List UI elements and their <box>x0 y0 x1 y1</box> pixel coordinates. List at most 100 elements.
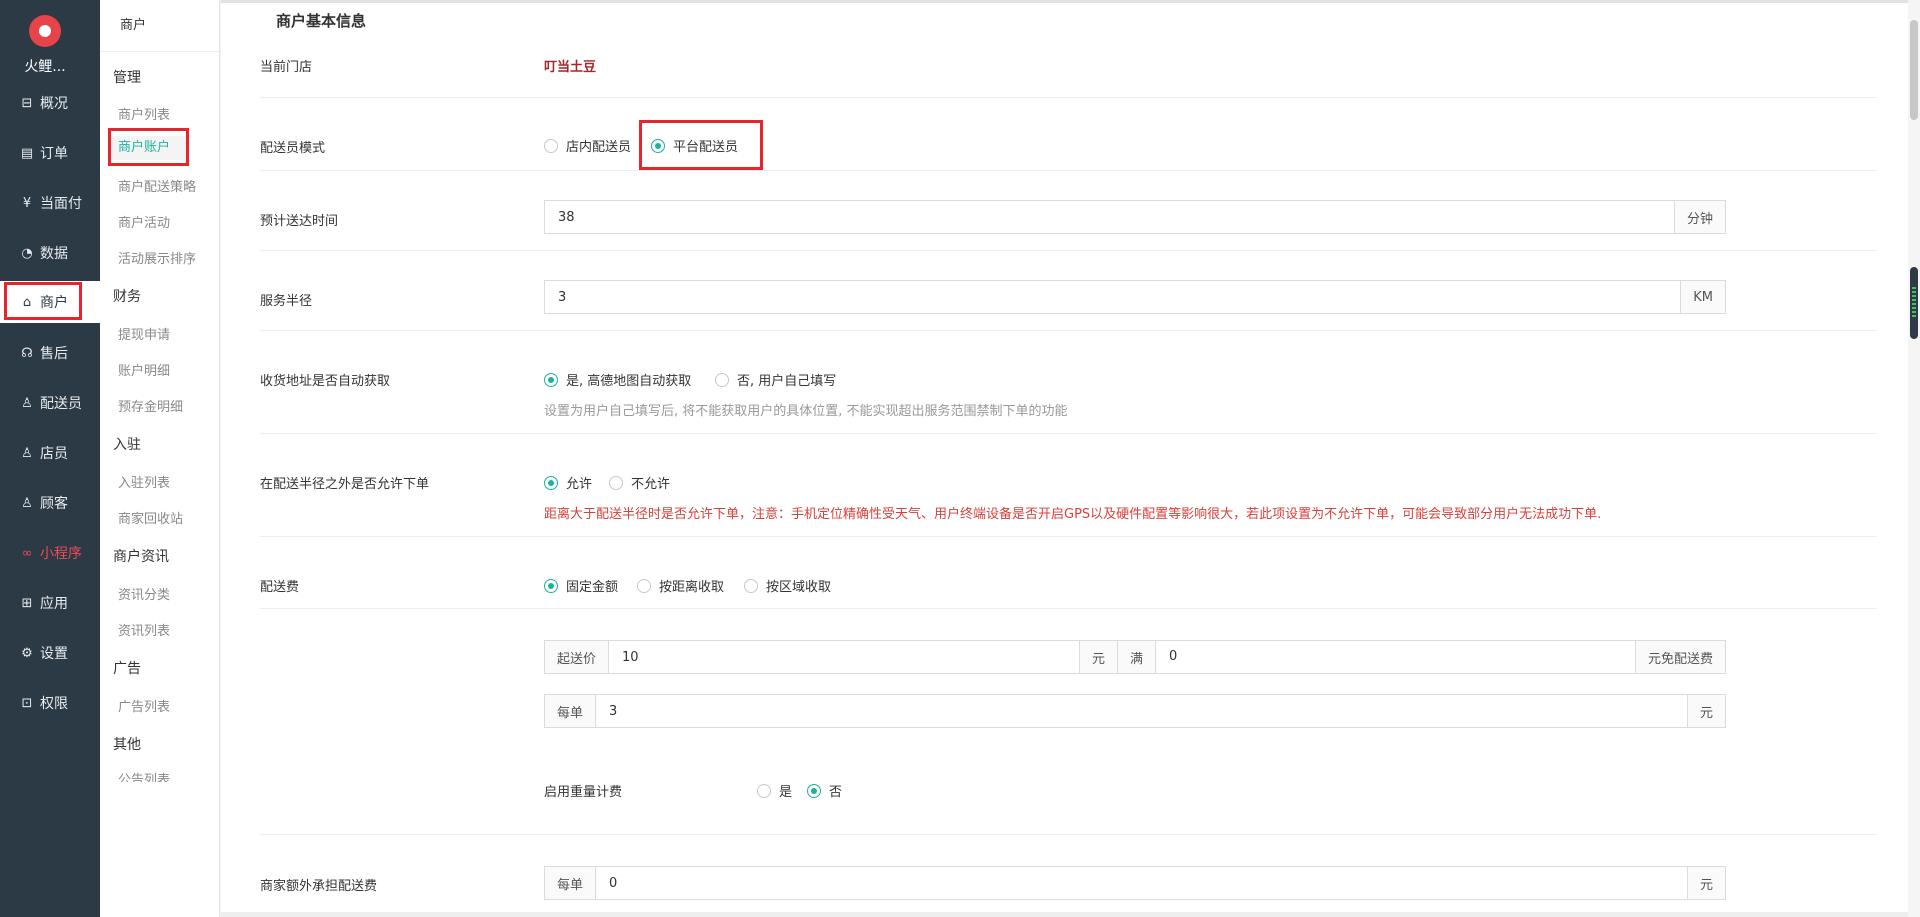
merchant-extra-input-group[interactable]: 每单 0 元 <box>544 866 1726 900</box>
chart-icon: ◔ <box>21 245 33 261</box>
divider <box>260 536 1877 537</box>
customer-icon: ♙ <box>21 495 33 511</box>
radio-dot <box>715 372 729 387</box>
subnav-group-ads: 广告 <box>113 661 141 677</box>
min-price-prefix: 起送价 <box>545 641 610 673</box>
sidebar-item-apps[interactable]: ⊞ 应用 <box>0 582 100 624</box>
horizontal-scrollbar[interactable] <box>221 912 1908 917</box>
highlight-box <box>108 128 189 166</box>
section-title: 商户基本信息 <box>276 12 367 30</box>
delivery-fee-label: 配送费 <box>260 580 300 595</box>
current-store-value: 叮当土豆 <box>544 60 597 75</box>
subnav-ad-list[interactable]: 广告列表 <box>118 696 170 715</box>
lock-icon: ⊡ <box>21 695 33 711</box>
subnav-recycle[interactable]: 商家回收站 <box>118 508 183 527</box>
subnav-delivery-strategy[interactable]: 商户配送策略 <box>118 176 196 195</box>
main-content: 商户基本信息 当前门店 叮当土豆 配送员模式 店内配送员 平台配送员 预计送达时… <box>221 0 1920 917</box>
radio-fee-fixed[interactable]: 固定金额 <box>544 576 618 595</box>
divider <box>260 433 1877 434</box>
radio-weight-yes[interactable]: 是 <box>757 781 792 800</box>
eta-value: 38 <box>558 209 575 225</box>
subnav-join-list[interactable]: 入驻列表 <box>118 472 170 491</box>
brand-name: 火鲤... <box>24 59 66 75</box>
per-order-input-group[interactable]: 每单 3 元 <box>544 694 1726 728</box>
sidebar-item-pay[interactable]: ¥ 当面付 <box>0 182 100 224</box>
min-price-input-group[interactable]: 起送价 10 元 满 0 元免配送费 <box>544 640 1726 674</box>
divider <box>260 170 1877 171</box>
radio-store-courier[interactable]: 店内配送员 <box>544 136 631 155</box>
subnav-activities[interactable]: 商户活动 <box>118 212 170 231</box>
radius-value: 3 <box>558 289 567 305</box>
min-price-unit: 元 <box>1079 641 1118 673</box>
subnav-account-detail[interactable]: 账户明细 <box>118 360 170 379</box>
sidebar-item-data[interactable]: ◔ 数据 <box>0 232 100 274</box>
radio-dot <box>544 372 558 387</box>
merchant-extra-unit: 元 <box>1686 867 1725 899</box>
radio-outside-deny[interactable]: 不允许 <box>609 473 670 492</box>
free-prefix: 满 <box>1117 641 1156 673</box>
merchant-extra-label: 商家额外承担配送费 <box>260 879 378 894</box>
main-sidebar: 火鲤... ⊟ 概况 ▤ 订单 ¥ 当面付 ◔ 数据 ⌂ 商户 ☊ 售后 ♙ 配送员 ♙ 店员 … <box>0 0 100 917</box>
subnav-merchant-list[interactable]: 商户列表 <box>118 104 170 123</box>
subnav-deposit-detail[interactable]: 预存金明细 <box>118 396 183 415</box>
page-scrollbar[interactable] <box>1908 0 1920 917</box>
radio-fee-area[interactable]: 按区域收取 <box>744 576 831 595</box>
subnav-notice-list[interactable]: 公告列表 <box>118 772 170 782</box>
scrollbar-track-thumb[interactable] <box>1910 20 1918 120</box>
scrollbar-widget[interactable] <box>1910 267 1918 339</box>
sidebar-item-miniprogram[interactable]: ∞ 小程序 <box>0 532 100 574</box>
min-price-value: 10 <box>622 649 639 665</box>
radio-dot <box>609 475 623 490</box>
radio-weight-no[interactable]: 否 <box>807 781 842 800</box>
radius-unit: KM <box>1680 281 1725 313</box>
outside-radius-label: 在配送半径之外是否允许下单 <box>260 477 430 492</box>
eta-input[interactable]: 38 分钟 <box>544 200 1726 234</box>
sidebar-item-aftersale[interactable]: ☊ 售后 <box>0 332 100 374</box>
radio-dot <box>651 138 665 153</box>
radio-auto-address-no[interactable]: 否, 用户自己填写 <box>715 370 836 389</box>
sidebar-item-settings[interactable]: ⚙ 设置 <box>0 632 100 674</box>
free-value: 0 <box>1155 641 1635 673</box>
eta-unit: 分钟 <box>1673 201 1725 233</box>
radius-label: 服务半径 <box>260 294 313 309</box>
subnav-group-manage: 管理 <box>113 70 141 86</box>
auto-address-label: 收货地址是否自动获取 <box>260 374 391 389</box>
subnav-withdraw[interactable]: 提现申请 <box>118 324 170 343</box>
merchant-extra-prefix: 每单 <box>545 867 597 899</box>
staff-icon: ♙ <box>21 445 33 461</box>
subnav-merchant-account[interactable]: 商户账户 <box>108 128 189 166</box>
divider <box>260 97 1877 98</box>
radio-auto-address-yes[interactable]: 是, 高德地图自动获取 <box>544 370 691 389</box>
sidebar-item-courier[interactable]: ♙ 配送员 <box>0 382 100 424</box>
subnav-title: 商户 <box>100 0 219 52</box>
radio-dot <box>807 783 821 798</box>
sidebar-item-orders[interactable]: ▤ 订单 <box>0 132 100 174</box>
radio-platform-courier[interactable]: 平台配送员 <box>639 120 763 170</box>
top-bar <box>221 0 1920 3</box>
gear-icon: ⚙ <box>21 645 33 661</box>
sidebar-item-permissions[interactable]: ⊡ 权限 <box>0 682 100 724</box>
courier-mode-label: 配送员模式 <box>260 141 326 156</box>
radio-dot <box>544 138 558 153</box>
sidebar-item-customer[interactable]: ♙ 顾客 <box>0 482 100 524</box>
sidebar-item-overview[interactable]: ⊟ 概况 <box>0 82 100 124</box>
radio-dot <box>637 578 651 593</box>
subnav-news-list[interactable]: 资讯列表 <box>118 620 170 639</box>
per-order-prefix: 每单 <box>545 695 597 727</box>
app-logo[interactable] <box>29 15 61 47</box>
radio-outside-allow[interactable]: 允许 <box>544 473 592 492</box>
radius-input[interactable]: 3 KM <box>544 280 1726 314</box>
subnav-news-category[interactable]: 资讯分类 <box>118 584 170 603</box>
current-store-label: 当前门店 <box>260 60 313 75</box>
auto-address-hint: 设置为用户自己填写后, 将不能获取用户的具体位置, 不能实现超出服务范围禁制下单… <box>544 404 1068 419</box>
subnav-group-news: 商户资讯 <box>113 549 169 565</box>
radio-fee-distance[interactable]: 按距离收取 <box>637 576 724 595</box>
outside-radius-warning: 距离大于配送半径时是否允许下单，注意：手机定位精确性受天气、用户终端设备是否开启… <box>544 507 1602 522</box>
divider <box>260 250 1877 251</box>
sidebar-item-staff[interactable]: ♙ 店员 <box>0 432 100 474</box>
sidebar-item-merchant[interactable]: ⌂ 商户 <box>0 281 100 323</box>
eta-label: 预计送达时间 <box>260 214 339 229</box>
radio-dot <box>544 578 558 593</box>
radio-dot <box>757 783 771 798</box>
subnav-activity-sort[interactable]: 活动展示排序 <box>118 248 196 267</box>
